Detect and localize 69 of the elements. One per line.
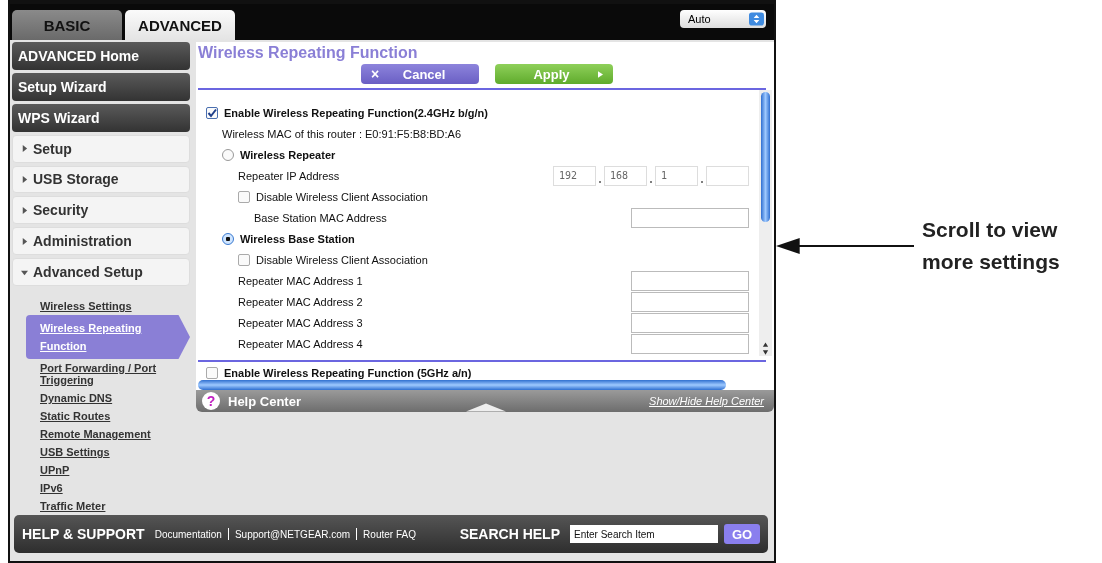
submenu-link[interactable]: Wireless Settings xyxy=(12,297,190,315)
checkbox-label: Enable Wireless Repeating Function(2.4GHz b/g/n) xyxy=(224,106,488,119)
help-center-title: Help Center xyxy=(228,393,302,409)
help-icon: ? xyxy=(202,392,220,410)
sidebar-section[interactable]: Administration xyxy=(12,227,190,256)
field-label: Repeater MAC Address 2 xyxy=(238,295,364,308)
language-select[interactable]: Auto xyxy=(680,10,766,28)
radio-button[interactable] xyxy=(222,232,234,245)
footer-link[interactable]: Support@NETGEAR.com xyxy=(234,528,351,540)
ip-octet-field[interactable] xyxy=(706,165,749,186)
ip-octet-field[interactable]: 192 xyxy=(553,165,596,186)
submenu-link[interactable]: Dynamic DNS xyxy=(12,389,190,407)
input-field[interactable] xyxy=(631,270,749,291)
checkbox[interactable] xyxy=(206,367,218,379)
scroll-arrows-icon[interactable] xyxy=(762,341,769,356)
dot-separator-icon xyxy=(701,180,703,183)
input-field[interactable] xyxy=(631,333,749,354)
submenu-link[interactable]: Static Routes xyxy=(12,407,190,425)
stepper-icon xyxy=(749,12,764,26)
input-field[interactable] xyxy=(631,291,749,312)
submenu-link[interactable]: IPv6 xyxy=(12,479,190,497)
nav-tab[interactable]: ADVANCED xyxy=(125,10,235,40)
sidebar-section[interactable]: Setup xyxy=(12,134,190,163)
sidebar-button[interactable]: ADVANCED Home xyxy=(12,42,190,70)
horizontal-scrollbar[interactable] xyxy=(198,380,726,390)
sidebar-button[interactable]: WPS Wizard xyxy=(12,103,190,132)
sidebar-section[interactable]: Advanced Setup xyxy=(12,258,190,286)
footer-title: HELP & SUPPORT xyxy=(22,526,145,542)
info-text: Wireless MAC of this router : E0:91:F5:B8:BD:A6 xyxy=(222,127,462,140)
submenu-link[interactable]: Port Forwarding / Port Triggering xyxy=(12,359,190,389)
checkbox-label: Disable Wireless Client Association xyxy=(256,190,428,203)
sidebar-button[interactable]: Setup Wizard xyxy=(12,72,190,101)
footer-link[interactable]: Router FAQ xyxy=(363,528,416,540)
show-hide-help-link[interactable]: Show/Hide Help Center xyxy=(649,395,764,407)
submenu-link[interactable]: USB Settings xyxy=(12,443,190,461)
radio-label: Wireless Base Station xyxy=(240,232,355,245)
ip-octet-field[interactable]: 1 xyxy=(655,165,698,186)
input-field[interactable] xyxy=(631,207,749,228)
footer-link[interactable]: Documentation xyxy=(154,528,222,540)
radio-button[interactable] xyxy=(222,148,234,161)
field-label: Repeater IP Address xyxy=(238,169,341,182)
submenu-link[interactable]: UPnP xyxy=(12,461,190,479)
checkbox[interactable] xyxy=(238,190,250,203)
submenu-link[interactable]: Traffic Meter xyxy=(12,497,190,515)
checkbox[interactable] xyxy=(238,253,250,266)
page-title: Wireless Repeating Function xyxy=(198,44,419,62)
expand-up-icon[interactable] xyxy=(466,403,506,412)
checkbox-label: Disable Wireless Client Association xyxy=(256,253,428,266)
sidebar-section[interactable]: Security xyxy=(12,196,190,225)
sidebar-section[interactable]: USB Storage xyxy=(12,165,190,194)
checkbox[interactable] xyxy=(206,106,218,119)
cancel-button[interactable]: × Cancel xyxy=(361,64,479,84)
field-label: Repeater MAC Address 3 xyxy=(238,316,364,329)
vertical-scrollbar[interactable] xyxy=(759,90,772,356)
play-icon xyxy=(598,70,603,78)
submenu-link[interactable]: Remote Management xyxy=(12,425,190,443)
nav-tab[interactable]: BASIC xyxy=(12,10,122,40)
field-label: Repeater MAC Address 1 xyxy=(238,274,364,287)
dot-separator-icon xyxy=(650,180,652,183)
field-label: Repeater MAC Address 4 xyxy=(238,337,364,350)
checkbox-label: Enable Wireless Repeating Function (5GHz a/n) xyxy=(224,367,472,379)
search-help-label: SEARCH HELP xyxy=(459,526,560,542)
input-field[interactable] xyxy=(631,312,749,333)
search-field[interactable]: Enter Search Item xyxy=(570,525,718,543)
field-label: Base Station MAC Address xyxy=(254,211,388,224)
ip-octet-field[interactable]: 168 xyxy=(604,165,647,186)
radio-label: Wireless Repeater xyxy=(240,148,336,161)
callout-text: Scroll to view more settings xyxy=(922,217,1061,275)
dot-separator-icon xyxy=(599,180,601,183)
